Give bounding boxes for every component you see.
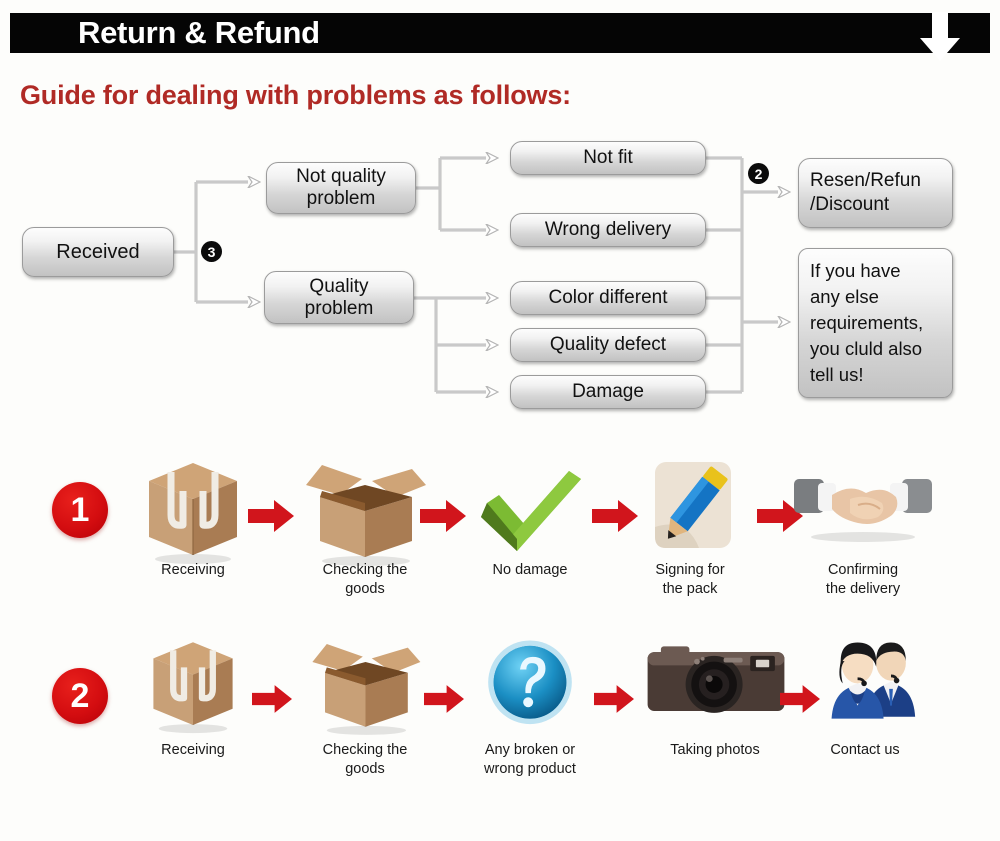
step-caption: Checking the goods: [322, 742, 408, 777]
badge-number: 3: [207, 243, 216, 260]
open-box-icon: [290, 455, 440, 566]
problem-flowchart: Received 3 Not quality problem Quality p…: [0, 130, 1000, 425]
process-row-2: 2 Receiving Checking the goods Any broke…: [0, 640, 1000, 830]
flow-node-label: Received: [56, 241, 140, 263]
process-step-no-damage: No damage: [455, 455, 605, 580]
flow-node-label: Damage: [572, 381, 644, 402]
step-caption: Signing for the pack: [655, 562, 725, 597]
process-step-checking: Checking the goods: [290, 455, 440, 599]
pencil-signing-icon: [615, 455, 765, 555]
page-title: Return & Refund: [78, 15, 320, 50]
green-check-icon: [455, 455, 605, 555]
badge-number: 2: [70, 676, 90, 715]
flow-node-label: Quality defect: [549, 334, 667, 355]
flow-badge-2: 2: [748, 163, 769, 184]
down-arrow-icon: [916, 12, 964, 61]
flow-node-wrong-delivery: Wrong delivery: [510, 213, 706, 247]
process-step-contact-us: Contact us: [790, 635, 940, 760]
process-row-1: 1 Receiving Checking the goods No damage…: [0, 455, 1000, 645]
sealed-box-icon: [118, 455, 268, 564]
open-box-icon: [290, 635, 440, 735]
badge-number: 2: [754, 165, 763, 182]
process-step-receiving-2: Receiving: [118, 635, 268, 760]
step-caption: Confirming the delivery: [825, 562, 901, 597]
section-subtitle: Guide for dealing with problems as follo…: [20, 80, 571, 110]
process-row-1-badge: 1: [52, 482, 108, 538]
return-refund-infographic: Return & Refund Guide for dealing with p…: [0, 0, 1000, 841]
red-arrow-icon: [248, 499, 294, 533]
badge-number: 1: [70, 490, 90, 529]
flow-node-quality-defect: Quality defect: [510, 328, 706, 362]
red-arrow-icon: [594, 684, 640, 718]
flow-node-not-fit: Not fit: [510, 141, 706, 175]
process-step-checking-2: Checking the goods: [290, 635, 440, 779]
process-row-2-badge: 2: [52, 668, 108, 724]
camera-icon: [640, 635, 790, 735]
flow-badge-3: 3: [201, 241, 222, 262]
flow-node-quality-problem: Quality problem: [264, 271, 414, 324]
flow-node-not-quality-problem: Not quality problem: [266, 162, 416, 214]
handshake-icon: [788, 455, 938, 555]
flow-node-label: Not quality problem: [296, 166, 386, 209]
flow-node-label: Resen/Refun /Discount: [810, 170, 921, 215]
flow-node-label: Wrong delivery: [544, 219, 672, 240]
process-step-signing: Signing for the pack: [615, 455, 765, 599]
flow-node-received: Received: [22, 227, 174, 277]
step-caption: Checking the goods: [322, 562, 408, 597]
flow-node-damage: Damage: [510, 375, 706, 409]
flow-node-resend-refund-discount: Resen/Refun /Discount: [798, 158, 953, 228]
step-caption: Taking photos: [670, 742, 760, 758]
flow-node-extra-requirements: If you have any else requirements, you c…: [798, 248, 953, 398]
flow-node-label: Color different: [548, 287, 668, 308]
process-step-receiving: Receiving: [118, 455, 268, 580]
step-caption: Contact us: [830, 742, 900, 758]
question-mark-icon: [455, 635, 605, 735]
step-caption: Receiving: [161, 742, 225, 758]
flow-node-label: If you have any else requirements, you c…: [810, 260, 924, 385]
process-step-confirming: Confirming the delivery: [788, 455, 938, 599]
flow-node-label: Quality problem: [304, 275, 374, 319]
support-agents-icon: [790, 635, 940, 735]
flow-node-color-different: Color different: [510, 281, 706, 315]
flow-node-label: Not fit: [583, 147, 633, 168]
step-caption: Any broken or wrong product: [484, 742, 576, 777]
process-step-broken-or-wrong: Any broken or wrong product: [455, 635, 605, 779]
process-step-taking-photos: Taking photos: [640, 635, 790, 760]
sealed-box-icon: [118, 635, 268, 735]
